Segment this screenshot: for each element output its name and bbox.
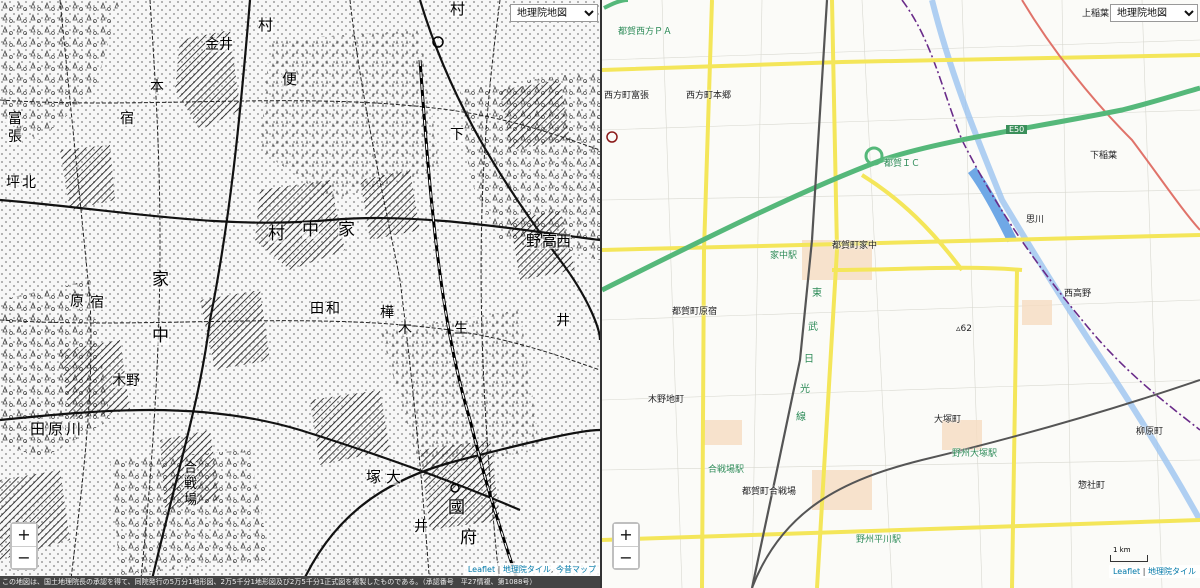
old-map-label: 本 (150, 79, 164, 95)
left-layer-select[interactable]: 地理院地図 (510, 4, 598, 22)
place-label: 都賀町合戦場 (742, 487, 797, 497)
old-map-label: 原 (48, 420, 64, 438)
old-map-label: 宿 (90, 295, 104, 311)
old-map-label: 合 (184, 461, 198, 476)
old-map-label: 張 (8, 129, 22, 145)
old-map-label: 高 (542, 232, 558, 250)
rail-line-label: 線 (796, 412, 806, 423)
place-label: 西高野 (1064, 289, 1092, 299)
old-map-label: 金井 (205, 37, 233, 53)
right-zoom-control: + − (612, 522, 640, 570)
gsi-tiles-link[interactable]: 地理院タイル (503, 565, 551, 574)
old-map-label: 國 (448, 498, 465, 518)
modern-map-pane[interactable]: E50 ▵62 上稲葉 都賀西方ＰＡ 西方町本郷 西方町富張 都賀ＩＣ 下稲葉 … (602, 0, 1200, 588)
old-map-label: 樺 (380, 305, 394, 321)
place-label: 都賀町原宿 (672, 307, 718, 317)
expressway-shield: E50 (1006, 125, 1028, 134)
place-label: 都賀町家中 (832, 241, 878, 251)
place-label: 木野地町 (648, 395, 685, 405)
old-map-label: 田 (310, 301, 324, 317)
zoom-in-button[interactable]: + (12, 524, 36, 546)
old-map-label: 西 (556, 232, 572, 250)
rail-line-label: 日 (804, 354, 814, 365)
old-map-label: 木野 (112, 373, 140, 389)
attribution-separator: | (497, 565, 501, 574)
place-label: 下稲葉 (1090, 151, 1118, 161)
old-map-label: 宿 (120, 111, 134, 127)
old-map-label: 村 (268, 224, 285, 244)
old-map-label: 川 (66, 420, 82, 438)
place-label: 思川 (1026, 215, 1045, 225)
old-map-label: 井 (414, 519, 428, 535)
old-map-label: 戦 (184, 477, 198, 492)
old-map-label: 木 (398, 321, 412, 337)
old-map-label: 中 (302, 220, 319, 240)
old-map-label: 野 (526, 232, 542, 250)
old-map-label: 大 (386, 468, 402, 486)
leaflet-link[interactable]: Leaflet (468, 565, 495, 574)
old-map-pane[interactable]: 村 便 村 本 宿 金井 下 家 中 村 西 野 高 田 和 樺 木 生 井 家… (0, 0, 600, 588)
old-map-label: 北 (22, 175, 36, 191)
scale-label: 1 km (1113, 546, 1131, 554)
right-layer-select[interactable]: 地理院地図 (1110, 4, 1198, 22)
old-map-label: 和 (326, 301, 340, 317)
old-map-label: 下 (450, 127, 464, 143)
old-map-label: 家 (338, 220, 355, 240)
station-label: 都賀西方ＰＡ (618, 27, 673, 37)
place-label: 柳原町 (1136, 427, 1164, 437)
old-map-label: 原 (70, 294, 84, 310)
right-attribution: Leaflet | 地理院タイル (1108, 565, 1200, 578)
attribution-comma: , (550, 565, 554, 574)
rail-line-label: 光 (800, 384, 810, 395)
spot-height: ▵62 (956, 324, 972, 334)
rail-line-label: 東 (812, 288, 822, 299)
station-label: 合戦場駅 (708, 465, 745, 475)
zoom-out-button[interactable]: − (614, 546, 638, 568)
old-map-label: 家 (152, 270, 169, 290)
old-map-label: 田 (30, 420, 46, 438)
old-map-label: 坪 (6, 175, 20, 191)
old-map-label: 府 (460, 528, 477, 548)
place-label: 上稲葉 (1082, 9, 1110, 19)
zoom-in-button[interactable]: + (614, 524, 638, 546)
leaflet-link[interactable]: Leaflet (1113, 567, 1140, 576)
old-map-label: 井 (556, 313, 570, 329)
zoom-out-button[interactable]: − (12, 546, 36, 568)
station-label: 家中駅 (770, 251, 798, 261)
copyright-footer: この地図は、国土地理院長の承認を得て、同院発行の5万分1地形図、2万5千分1地形… (0, 576, 600, 588)
old-map-label: 富 (8, 111, 22, 127)
old-map-label: 便 (282, 70, 298, 88)
station-label: 野州平川駅 (856, 535, 902, 545)
konjaku-map-link[interactable]: 今昔マップ (556, 565, 596, 574)
old-map-label: 中 (152, 326, 169, 346)
left-zoom-control: + − (10, 522, 38, 570)
rail-line-label: 武 (808, 322, 818, 333)
attribution-separator: | (1142, 567, 1146, 576)
place-label: 大塚町 (934, 415, 962, 425)
scale-bar: 1 km (1110, 546, 1148, 562)
old-map-label: 塚 (366, 468, 382, 486)
place-label: 西方町本郷 (686, 91, 732, 101)
place-label: 西方町富張 (604, 91, 650, 101)
old-map-label: 生 (454, 321, 468, 337)
station-label: 都賀ＩＣ (884, 159, 921, 169)
station-label: 野州大塚駅 (952, 449, 998, 459)
old-map-label: 場 (184, 493, 198, 508)
old-map-canvas[interactable] (0, 0, 600, 588)
old-map-label: 村 (258, 16, 274, 34)
old-map-label: 村 (450, 0, 466, 18)
left-attribution: Leaflet | 地理院タイル, 今昔マップ (463, 563, 600, 576)
place-label: 惣社町 (1078, 481, 1106, 491)
gsi-tiles-link[interactable]: 地理院タイル (1148, 567, 1196, 576)
